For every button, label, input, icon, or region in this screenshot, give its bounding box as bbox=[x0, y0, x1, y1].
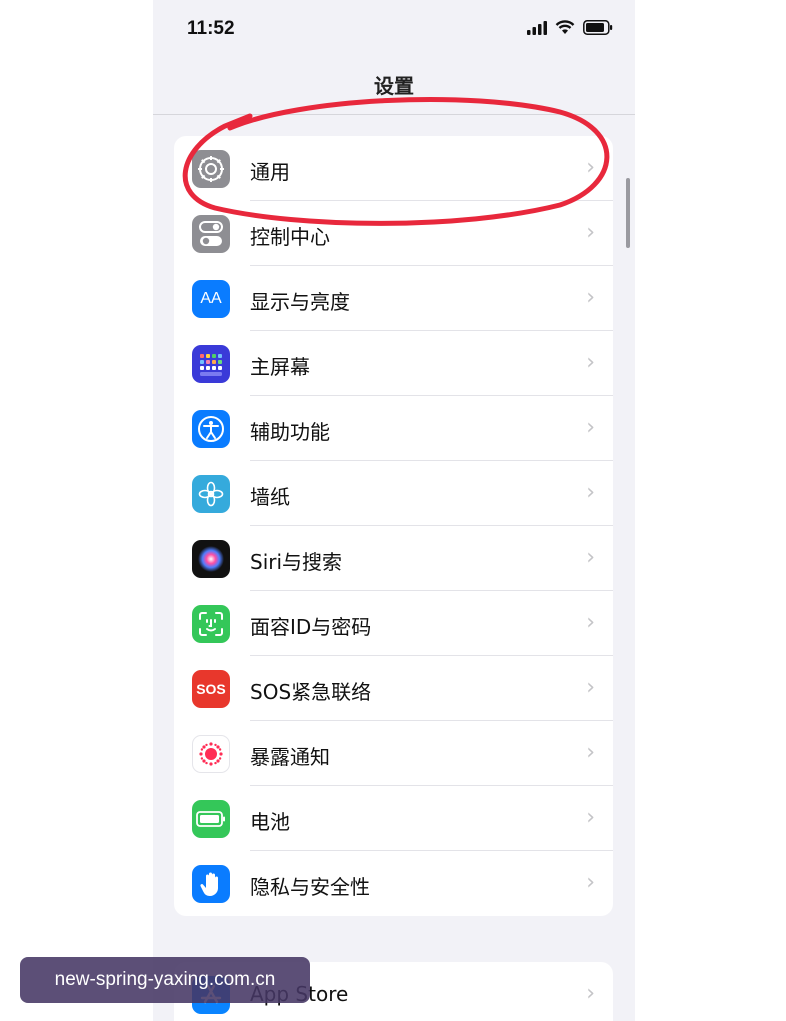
gear-icon bbox=[192, 150, 230, 188]
settings-row-label: Siri与搜索 bbox=[250, 550, 343, 574]
settings-row-battery[interactable]: 电池 › bbox=[174, 786, 613, 851]
settings-row-label: 主屏幕 bbox=[250, 355, 310, 379]
text-size-glyph: AA bbox=[200, 290, 222, 307]
text-size-icon: AA bbox=[192, 280, 230, 318]
settings-row-label: 面容ID与密码 bbox=[250, 615, 372, 639]
chevron-right-icon: › bbox=[586, 740, 595, 765]
settings-row-label: 电池 bbox=[250, 810, 290, 834]
chevron-right-icon: › bbox=[586, 155, 595, 180]
settings-row-label: SOS紧急联络 bbox=[250, 680, 372, 704]
chevron-right-icon: › bbox=[586, 350, 595, 375]
chevron-right-icon: › bbox=[586, 610, 595, 635]
chevron-right-icon: › bbox=[586, 220, 595, 245]
chevron-right-icon: › bbox=[586, 545, 595, 570]
sos-icon: SOS bbox=[192, 670, 230, 708]
toggles-icon bbox=[192, 215, 230, 253]
flower-icon bbox=[192, 475, 230, 513]
face-id-icon bbox=[192, 605, 230, 643]
phone-screen: 11:52 设置 通用 › 控制中心 › AA 显示与亮度 › 主屏幕 › 辅助… bbox=[153, 0, 635, 1021]
chevron-right-icon: › bbox=[586, 415, 595, 440]
settings-row-control-center[interactable]: 控制中心 › bbox=[174, 201, 613, 266]
settings-row-label: 通用 bbox=[250, 160, 290, 184]
scroll-indicator[interactable] bbox=[626, 178, 630, 248]
chevron-right-icon: › bbox=[586, 480, 595, 505]
settings-row-wallpaper[interactable]: 墙纸 › bbox=[174, 461, 613, 526]
chevron-right-icon: › bbox=[586, 870, 595, 895]
chevron-right-icon: › bbox=[586, 805, 595, 830]
settings-row-label: 墙纸 bbox=[250, 485, 290, 509]
nav-divider bbox=[153, 114, 635, 115]
chevron-right-icon: › bbox=[586, 285, 595, 310]
battery-setting-icon bbox=[192, 800, 230, 838]
exposure-icon bbox=[192, 735, 230, 773]
sos-glyph: SOS bbox=[196, 681, 226, 697]
settings-row-home-screen[interactable]: 主屏幕 › bbox=[174, 331, 613, 396]
settings-row-privacy[interactable]: 隐私与安全性 › bbox=[174, 851, 613, 916]
settings-row-general[interactable]: 通用 › bbox=[174, 136, 613, 201]
page: 11:52 设置 通用 › 控制中心 › AA 显示与亮度 › 主屏幕 › 辅助… bbox=[0, 0, 786, 1021]
settings-row-display[interactable]: AA 显示与亮度 › bbox=[174, 266, 613, 331]
settings-row-face-id[interactable]: 面容ID与密码 › bbox=[174, 591, 613, 656]
settings-row-siri[interactable]: Siri与搜索 › bbox=[174, 526, 613, 591]
page-title: 设置 bbox=[374, 74, 414, 98]
home-screen-grid-icon bbox=[192, 345, 230, 383]
wifi-icon bbox=[555, 20, 575, 39]
settings-row-emergency-sos[interactable]: SOS SOS紧急联络 › bbox=[174, 656, 613, 721]
chevron-right-icon: › bbox=[586, 981, 595, 1006]
settings-row-label: 控制中心 bbox=[250, 225, 330, 249]
status-bar: 11:52 bbox=[153, 0, 635, 60]
settings-row-accessibility[interactable]: 辅助功能 › bbox=[174, 396, 613, 461]
hand-icon bbox=[192, 865, 230, 903]
status-time: 11:52 bbox=[187, 18, 235, 39]
battery-icon bbox=[583, 20, 613, 39]
signal-icon bbox=[527, 20, 547, 39]
status-icons bbox=[527, 20, 613, 39]
settings-group: 通用 › 控制中心 › AA 显示与亮度 › 主屏幕 › 辅助功能 › 墙纸 ›… bbox=[174, 136, 613, 916]
accessibility-icon bbox=[192, 410, 230, 448]
settings-row-label: 隐私与安全性 bbox=[250, 875, 370, 899]
settings-row-label: 暴露通知 bbox=[250, 745, 330, 769]
chevron-right-icon: › bbox=[586, 675, 595, 700]
siri-icon bbox=[192, 540, 230, 578]
watermark: new-spring-yaxing.com.cn bbox=[20, 957, 310, 1003]
settings-row-label: 辅助功能 bbox=[250, 420, 330, 444]
settings-row-exposure-notifications[interactable]: 暴露通知 › bbox=[174, 721, 613, 786]
settings-row-label: 显示与亮度 bbox=[250, 290, 350, 314]
